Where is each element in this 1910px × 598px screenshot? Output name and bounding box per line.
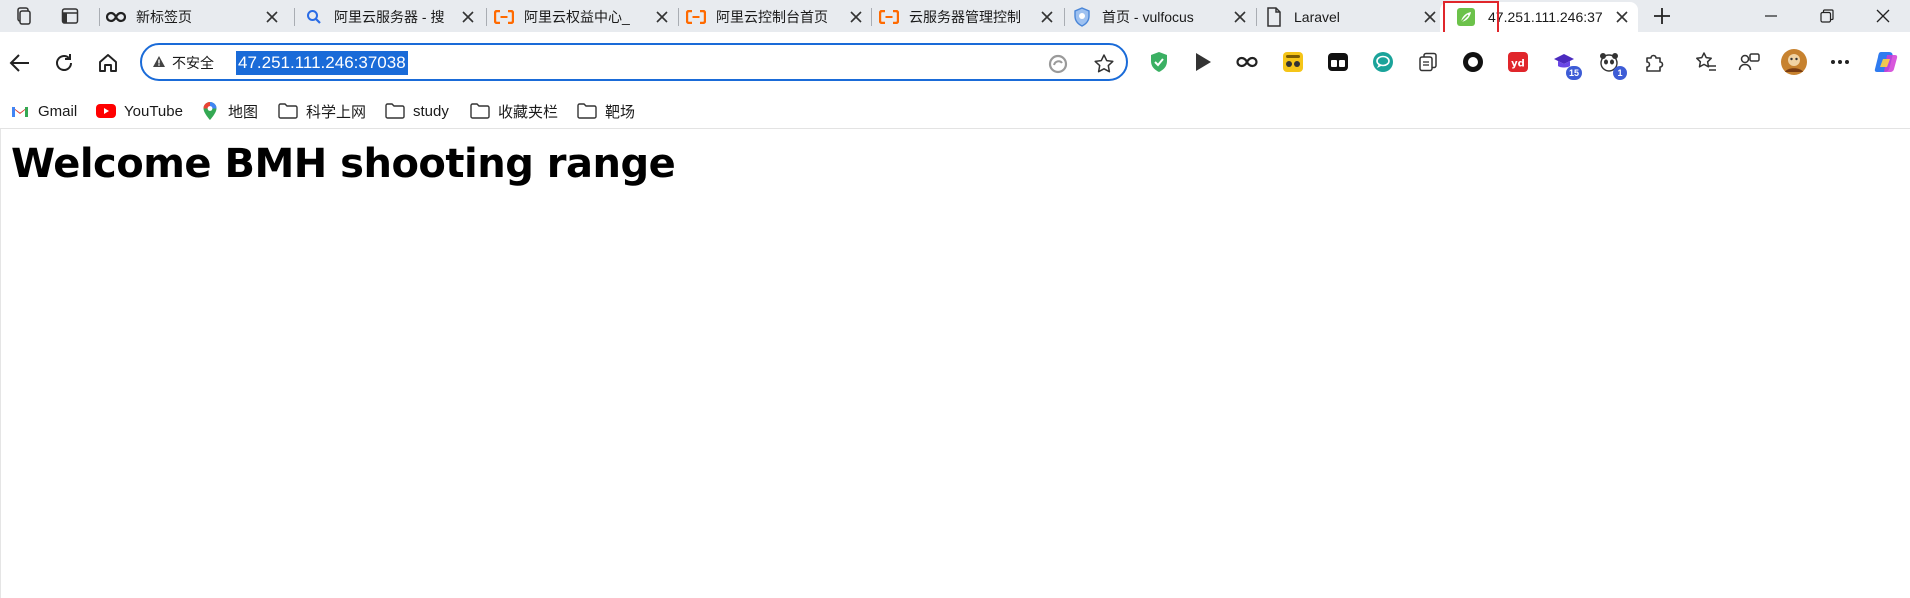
tab-close-icon[interactable] bbox=[264, 9, 280, 25]
infinity-icon bbox=[106, 7, 126, 27]
bookmark-label: 科学上网 bbox=[306, 103, 367, 121]
graduation-cap-icon[interactable]: 15 bbox=[1550, 48, 1582, 80]
bookmark-label: Gmail bbox=[38, 102, 78, 120]
bookmark-folder-favorites[interactable]: 收藏夹栏 bbox=[470, 100, 558, 122]
refresh-icon[interactable] bbox=[48, 47, 80, 79]
back-arrow-icon[interactable] bbox=[4, 47, 36, 79]
tab-new-tab[interactable]: 新标签页 bbox=[100, 2, 288, 32]
tab-close-icon[interactable] bbox=[654, 9, 670, 25]
adguard-shield-icon[interactable] bbox=[1145, 48, 1173, 76]
more-icon[interactable] bbox=[1826, 48, 1854, 76]
tab-ecs-console[interactable]: 云服务器管理控制 bbox=[873, 2, 1063, 32]
favorites-icon[interactable] bbox=[1692, 48, 1720, 76]
bookmark-label: 地图 bbox=[228, 103, 259, 121]
record-icon[interactable] bbox=[1459, 48, 1487, 76]
tab-manager-icon[interactable] bbox=[1324, 48, 1352, 76]
bookmark-folder-range[interactable]: 靶场 bbox=[577, 100, 635, 122]
collections-icon[interactable] bbox=[1414, 48, 1442, 76]
svg-text:yd: yd bbox=[1511, 59, 1525, 70]
tab-laravel[interactable]: Laravel bbox=[1258, 2, 1446, 32]
tab-title: 阿里云控制台首页 bbox=[716, 9, 828, 25]
bookmark-folder-proxy[interactable]: 科学上网 bbox=[278, 100, 366, 122]
tab-strip: 新标签页 阿里云服务器 - 搜 阿里云权益中心_ 阿里云控制台首页 云服务器管理… bbox=[0, 0, 1910, 35]
youdao-icon[interactable]: yd bbox=[1504, 48, 1532, 76]
bookmark-label: YouTube bbox=[124, 102, 183, 120]
page-viewport: Welcome BMH shooting range bbox=[0, 129, 1910, 598]
infinity-icon[interactable] bbox=[1233, 48, 1261, 76]
tab-aliyun-search[interactable]: 阿里云服务器 - 搜 bbox=[298, 2, 484, 32]
edge-refresh-app-icon[interactable] bbox=[1046, 52, 1070, 76]
security-label: 不安全 bbox=[172, 55, 214, 71]
page-heading: Welcome BMH shooting range bbox=[11, 141, 676, 187]
maps-pin-icon bbox=[200, 101, 220, 121]
tab-title: 首页 - vulfocus bbox=[1102, 9, 1194, 25]
vertical-tabs-icon[interactable] bbox=[56, 4, 84, 28]
tab-title: 新标签页 bbox=[136, 9, 192, 25]
share-icon[interactable] bbox=[1735, 48, 1763, 76]
tab-separator bbox=[1064, 8, 1065, 26]
bookmark-label: 收藏夹栏 bbox=[498, 103, 559, 121]
youtube-icon bbox=[96, 101, 116, 121]
aliyun-icon bbox=[494, 7, 514, 27]
tab-aliyun-benefits[interactable]: 阿里云权益中心_ bbox=[488, 2, 678, 32]
folder-icon bbox=[470, 101, 490, 121]
folder-icon bbox=[577, 101, 597, 121]
document-icon bbox=[1264, 7, 1284, 27]
tab-separator bbox=[678, 8, 679, 26]
tab-close-icon[interactable] bbox=[1422, 9, 1438, 25]
folder-icon bbox=[278, 101, 298, 121]
navigation-toolbar: 不安全 47.251.111.246:37038 yd 15 1 bbox=[0, 32, 1910, 94]
panda-icon[interactable]: 1 bbox=[1595, 48, 1627, 80]
chat-bubble-icon[interactable] bbox=[1369, 48, 1397, 76]
favorite-star-icon[interactable] bbox=[1092, 52, 1116, 76]
gmail-icon bbox=[10, 101, 30, 121]
workspaces-icon[interactable] bbox=[10, 4, 38, 28]
url-text[interactable]: 47.251.111.246:37038 bbox=[236, 51, 408, 75]
tab-separator bbox=[294, 8, 295, 26]
window-close-icon[interactable] bbox=[1856, 0, 1910, 32]
play-icon[interactable] bbox=[1189, 48, 1217, 76]
tab-title: 阿里云服务器 - 搜 bbox=[334, 9, 445, 25]
aliyun-icon bbox=[686, 7, 706, 27]
avatar-icon[interactable] bbox=[1780, 48, 1808, 76]
minimize-icon[interactable] bbox=[1744, 0, 1798, 32]
tab-close-icon[interactable] bbox=[1232, 9, 1248, 25]
restore-icon[interactable] bbox=[1800, 0, 1854, 32]
tab-close-icon[interactable] bbox=[1039, 9, 1055, 25]
tampermonkey-icon[interactable] bbox=[1279, 48, 1307, 76]
tab-close-icon[interactable] bbox=[848, 9, 864, 25]
bookmarks-bar: Gmail YouTube 地图 科学上网 study 收藏夹栏 靶场 bbox=[0, 94, 1910, 129]
home-icon[interactable] bbox=[92, 47, 124, 79]
tab-title: Laravel bbox=[1294, 9, 1340, 25]
bookmark-gmail[interactable]: Gmail bbox=[10, 100, 77, 122]
bookmark-folder-study[interactable]: study bbox=[385, 100, 449, 122]
tab-aliyun-console[interactable]: 阿里云控制台首页 bbox=[680, 2, 872, 32]
tab-close-icon[interactable] bbox=[460, 9, 476, 25]
copilot-icon[interactable] bbox=[1872, 48, 1900, 76]
extension-badge: 15 bbox=[1565, 66, 1582, 80]
new-tab-plus-icon[interactable] bbox=[1648, 4, 1676, 28]
tab-close-icon[interactable] bbox=[1614, 9, 1630, 25]
security-indicator[interactable]: 不安全 bbox=[152, 52, 214, 74]
bookmark-label: 靶场 bbox=[605, 103, 636, 121]
bookmark-youtube[interactable]: YouTube bbox=[96, 100, 183, 122]
aliyun-icon bbox=[879, 7, 899, 27]
tab-separator bbox=[871, 8, 872, 26]
warning-triangle-icon bbox=[152, 55, 166, 71]
address-bar[interactable]: 不安全 47.251.111.246:37038 bbox=[140, 43, 1128, 81]
tab-title: 云服务器管理控制 bbox=[909, 9, 1021, 25]
puzzle-icon[interactable] bbox=[1640, 48, 1668, 76]
extension-badge: 1 bbox=[1613, 66, 1627, 80]
shield-icon bbox=[1072, 7, 1092, 27]
folder-icon bbox=[385, 101, 405, 121]
tab-separator bbox=[1256, 8, 1257, 26]
tab-title: 阿里云权益中心_ bbox=[524, 9, 630, 25]
annotation-highlight-box bbox=[1443, 1, 1499, 35]
tab-title: 47.251.111.246:37 bbox=[1488, 9, 1603, 25]
tab-separator bbox=[486, 8, 487, 26]
bookmark-label: study bbox=[413, 102, 449, 120]
tab-vulfocus[interactable]: 首页 - vulfocus bbox=[1066, 2, 1256, 32]
search-icon bbox=[304, 7, 324, 27]
bookmark-maps[interactable]: 地图 bbox=[200, 100, 258, 122]
